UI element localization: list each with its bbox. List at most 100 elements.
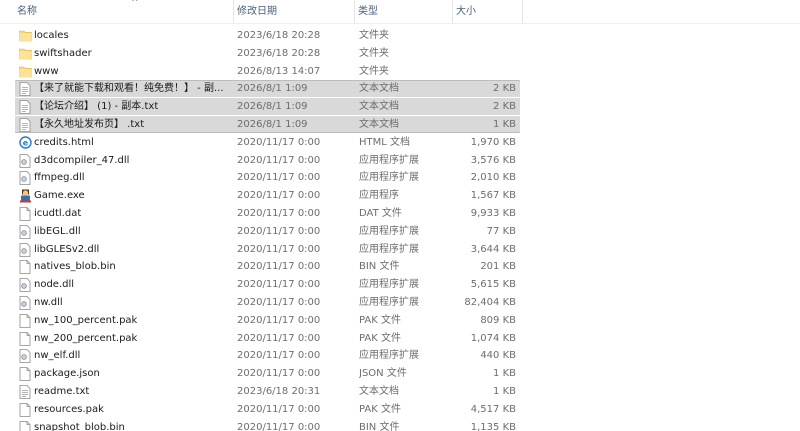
file-type: PAK 文件 xyxy=(359,332,401,344)
file-row[interactable]: libGLESv2.dll 2020/11/17 0:00 应用程序扩展 3,644 … xyxy=(0,241,800,259)
file-row[interactable]: readme.txt 2023/6/18 20:31 文本文档 1 KB xyxy=(0,383,800,401)
file-type: PAK 文件 xyxy=(359,314,401,326)
file-type: DAT 文件 xyxy=(359,207,402,219)
blank-file-icon xyxy=(19,420,32,431)
file-type: 应用程序扩展 xyxy=(359,296,419,308)
text-file-icon xyxy=(19,385,32,399)
file-size: 1,970 KB xyxy=(470,136,516,148)
dll-file-icon xyxy=(19,224,32,239)
folder-icon xyxy=(19,29,32,43)
file-size: 1,074 KB xyxy=(470,332,516,344)
file-type: 应用程序扩展 xyxy=(359,225,419,237)
file-row[interactable]: locales 2023/6/18 20:28 文件夹 xyxy=(0,27,800,45)
file-size: 2 KB xyxy=(493,83,516,95)
file-modified-date: 2023/6/18 20:28 xyxy=(237,30,321,41)
file-size: 4,517 KB xyxy=(470,403,516,415)
sort-ascending-icon: ^ xyxy=(131,0,139,8)
file-size: 2 KB xyxy=(493,101,516,113)
file-row[interactable]: snapshot_blob.bin 2020/11/17 0:00 BIN 文件 1,… xyxy=(0,419,800,431)
game-exe-icon xyxy=(19,189,32,203)
svg-text:e: e xyxy=(23,138,29,147)
file-size: 82,404 KB xyxy=(464,296,516,308)
dll-file-icon xyxy=(19,296,32,310)
column-header-date[interactable]: 修改日期 xyxy=(234,0,354,23)
file-row[interactable]: nw_elf.dll 2020/11/17 0:00 应用程序扩展 440 KB xyxy=(0,347,800,365)
dll-file-icon xyxy=(19,278,32,293)
file-modified-date: 2023/6/18 20:28 xyxy=(237,47,321,59)
file-name: Game.exe xyxy=(34,190,85,202)
column-divider[interactable] xyxy=(522,0,523,23)
file-size: 1 KB xyxy=(493,385,516,397)
file-size: 2,010 KB xyxy=(470,172,516,184)
file-row[interactable]: node.dll 2020/11/17 0:00 应用程序扩展 5,615 KB xyxy=(0,276,800,294)
file-size: 1 KB xyxy=(493,368,516,380)
file-type: 文件夹 xyxy=(359,30,389,41)
file-row[interactable]: 【来了就能下载和观看！纯免费！】 - 副... 2026/8/1 1:09 文本文档… xyxy=(0,80,800,98)
file-name: readme.txt xyxy=(34,385,90,397)
file-modified-date: 2023/6/18 20:31 xyxy=(237,385,321,397)
file-modified-date: 2020/11/17 0:00 xyxy=(237,296,321,308)
file-type: BIN 文件 xyxy=(359,421,400,431)
file-row[interactable]: ffmpeg.dll 2020/11/17 0:00 应用程序扩展 2,010 KB xyxy=(0,169,800,187)
dll-file-icon xyxy=(19,153,32,168)
file-row[interactable]: www 2026/8/13 14:07 文件夹 xyxy=(0,63,800,81)
blank-file-icon xyxy=(19,367,32,382)
file-type: 应用程序扩展 xyxy=(359,350,419,362)
file-row[interactable]: package.json 2020/11/17 0:00 JSON 文件 1 KB xyxy=(0,365,800,383)
column-header-name[interactable]: 名称 ^ xyxy=(14,0,233,23)
file-type: 文本文档 xyxy=(359,83,399,95)
text-file-icon xyxy=(19,118,32,132)
file-modified-date: 2026/8/1 1:09 xyxy=(237,83,308,95)
file-row[interactable]: icudtl.dat 2020/11/17 0:00 DAT 文件 9,933 KB xyxy=(0,205,800,223)
column-header-size[interactable]: 大小 xyxy=(453,0,522,23)
file-size: 440 KB xyxy=(480,350,516,362)
file-name: nw.dll xyxy=(34,296,63,308)
file-row[interactable]: resources.pak 2020/11/17 0:00 PAK 文件 4,517 … xyxy=(0,401,800,419)
file-name: snapshot_blob.bin xyxy=(34,421,125,431)
column-header-name-label: 名称 xyxy=(17,6,37,17)
file-row[interactable]: libEGL.dll 2020/11/17 0:00 应用程序扩展 77 KB xyxy=(0,223,800,241)
file-name: www xyxy=(34,65,59,77)
file-name: d3dcompiler_47.dll xyxy=(34,154,130,166)
file-size: 809 KB xyxy=(480,314,516,326)
file-row[interactable]: natives_blob.bin 2020/11/17 0:00 BIN 文件 201… xyxy=(0,258,800,276)
file-name: swiftshader xyxy=(34,47,92,59)
column-header-type[interactable]: 类型 xyxy=(355,0,452,23)
file-name: locales xyxy=(34,30,69,41)
file-row[interactable]: Game.exe 2020/11/17 0:00 应用程序 1,567 KB xyxy=(0,187,800,205)
file-modified-date: 2026/8/13 14:07 xyxy=(237,65,321,77)
file-type: HTML 文档 xyxy=(359,136,411,148)
file-row[interactable]: e credits.html 2020/11/17 0:00 HTML 文档 1,970… xyxy=(0,134,800,152)
file-type: JSON 文件 xyxy=(359,368,407,380)
file-row[interactable]: 【永久地址发布页】 .txt 2026/8/1 1:09 文本文档 1 KB xyxy=(0,115,800,134)
file-row[interactable]: nw.dll 2020/11/17 0:00 应用程序扩展 82,404 KB xyxy=(0,294,800,312)
file-modified-date: 2020/11/17 0:00 xyxy=(237,403,321,415)
dll-file-icon xyxy=(19,171,32,186)
file-size: 3,644 KB xyxy=(470,243,516,255)
file-modified-date: 2020/11/17 0:00 xyxy=(237,261,321,273)
file-size: 1 KB xyxy=(493,118,516,130)
column-header-type-label: 类型 xyxy=(358,6,378,17)
file-size: 1,135 KB xyxy=(470,421,516,431)
file-type: 文本文档 xyxy=(359,118,399,130)
file-row[interactable]: swiftshader 2023/6/18 20:28 文件夹 xyxy=(0,45,800,63)
file-modified-date: 2026/8/1 1:09 xyxy=(237,101,308,113)
file-type: 文本文档 xyxy=(359,101,399,113)
file-row[interactable]: 【论坛介绍】 (1) - 副本.txt 2026/8/1 1:09 文本文档 2 KB xyxy=(0,98,800,116)
file-row[interactable]: nw_200_percent.pak 2020/11/17 0:00 PAK 文件 1… xyxy=(0,330,800,348)
file-name: ffmpeg.dll xyxy=(34,172,85,184)
file-name: icudtl.dat xyxy=(34,207,82,219)
file-size: 3,576 KB xyxy=(470,154,516,166)
file-type: 应用程序扩展 xyxy=(359,279,419,291)
file-row[interactable]: nw_100_percent.pak 2020/11/17 0:00 PAK 文件 8… xyxy=(0,312,800,330)
file-name: libEGL.dll xyxy=(34,225,81,237)
file-row[interactable]: d3dcompiler_47.dll 2020/11/17 0:00 应用程序扩展 3… xyxy=(0,152,800,170)
folder-icon xyxy=(19,47,32,61)
dll-file-icon xyxy=(19,349,32,364)
blank-file-icon xyxy=(19,331,32,346)
file-type: 文本文档 xyxy=(359,385,399,397)
file-type: 文件夹 xyxy=(359,47,389,59)
file-modified-date: 2020/11/17 0:00 xyxy=(237,190,321,202)
file-size: 9,933 KB xyxy=(470,207,516,219)
file-size: 5,615 KB xyxy=(470,279,516,291)
